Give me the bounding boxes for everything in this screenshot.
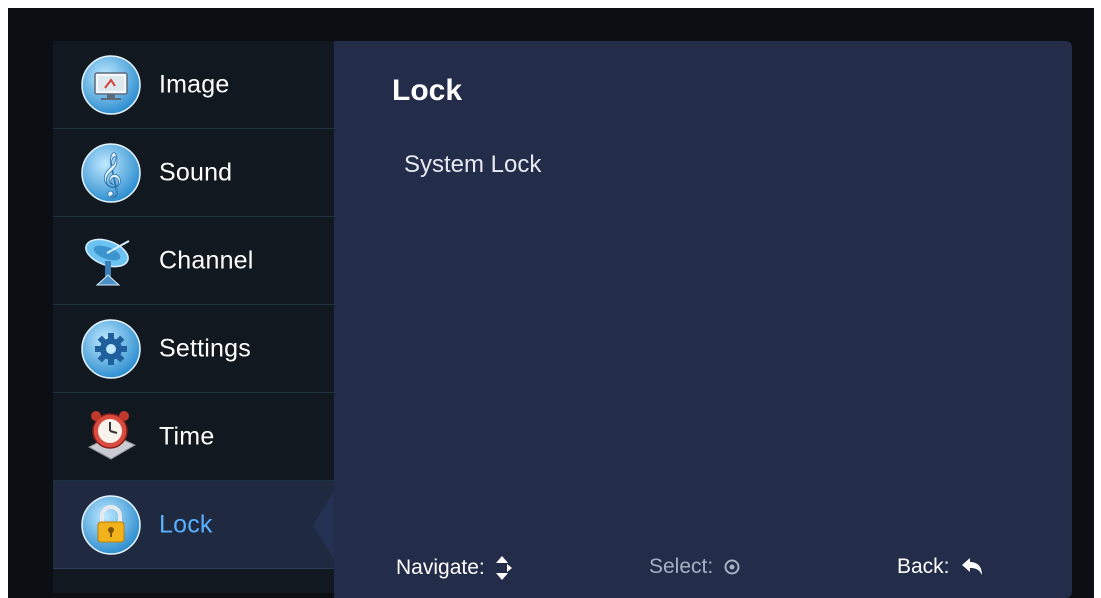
sidebar-item-image[interactable]: Image <box>53 41 334 129</box>
system-lock-option[interactable]: System Lock <box>404 151 541 179</box>
sidebar-item-label: Image <box>159 70 230 98</box>
padlock-icon <box>81 494 141 555</box>
panel-title: Lock <box>392 74 463 107</box>
navigate-hint: Navigate: <box>396 555 513 581</box>
tv-screen: Image 𝄞 Sound Channel Settings Time Lock… <box>8 8 1094 598</box>
satellite-dish-icon <box>81 231 141 291</box>
sidebar-item-label: Settings <box>159 334 251 362</box>
back-hint: Back: <box>897 555 984 579</box>
monitor-icon <box>81 54 141 115</box>
active-item-pointer <box>313 488 335 561</box>
back-label: Back: <box>897 555 950 578</box>
back-arrow-icon <box>960 557 984 577</box>
select-label: Select: <box>649 555 714 578</box>
svg-text:𝄞: 𝄞 <box>100 152 122 198</box>
music-note-icon: 𝄞 <box>81 142 141 203</box>
ok-button-icon <box>723 558 741 576</box>
footer-hints: Navigate: Select: Back: <box>334 541 1072 591</box>
sidebar-item-label: Channel <box>159 246 254 274</box>
content-panel: Lock System Lock Navigate: Select: Back: <box>334 41 1072 598</box>
select-hint: Select: <box>649 555 741 579</box>
navigate-label: Navigate: <box>396 556 485 579</box>
alarm-clock-icon <box>81 407 141 467</box>
sidebar-item-channel[interactable]: Channel <box>53 217 334 305</box>
sidebar-item-label: Sound <box>159 158 233 186</box>
sidebar-item-lock[interactable]: Lock <box>53 481 335 569</box>
sidebar-menu: Image 𝄞 Sound Channel Settings Time Lock <box>53 41 335 593</box>
sidebar-item-time[interactable]: Time <box>53 393 334 481</box>
sidebar-item-label: Time <box>159 422 215 450</box>
sidebar-item-sound[interactable]: 𝄞 Sound <box>53 129 334 217</box>
sidebar-item-label: Lock <box>159 510 213 538</box>
sidebar-item-settings[interactable]: Settings <box>53 305 334 393</box>
gear-icon <box>81 318 141 379</box>
navigate-arrows-icon <box>495 555 513 581</box>
